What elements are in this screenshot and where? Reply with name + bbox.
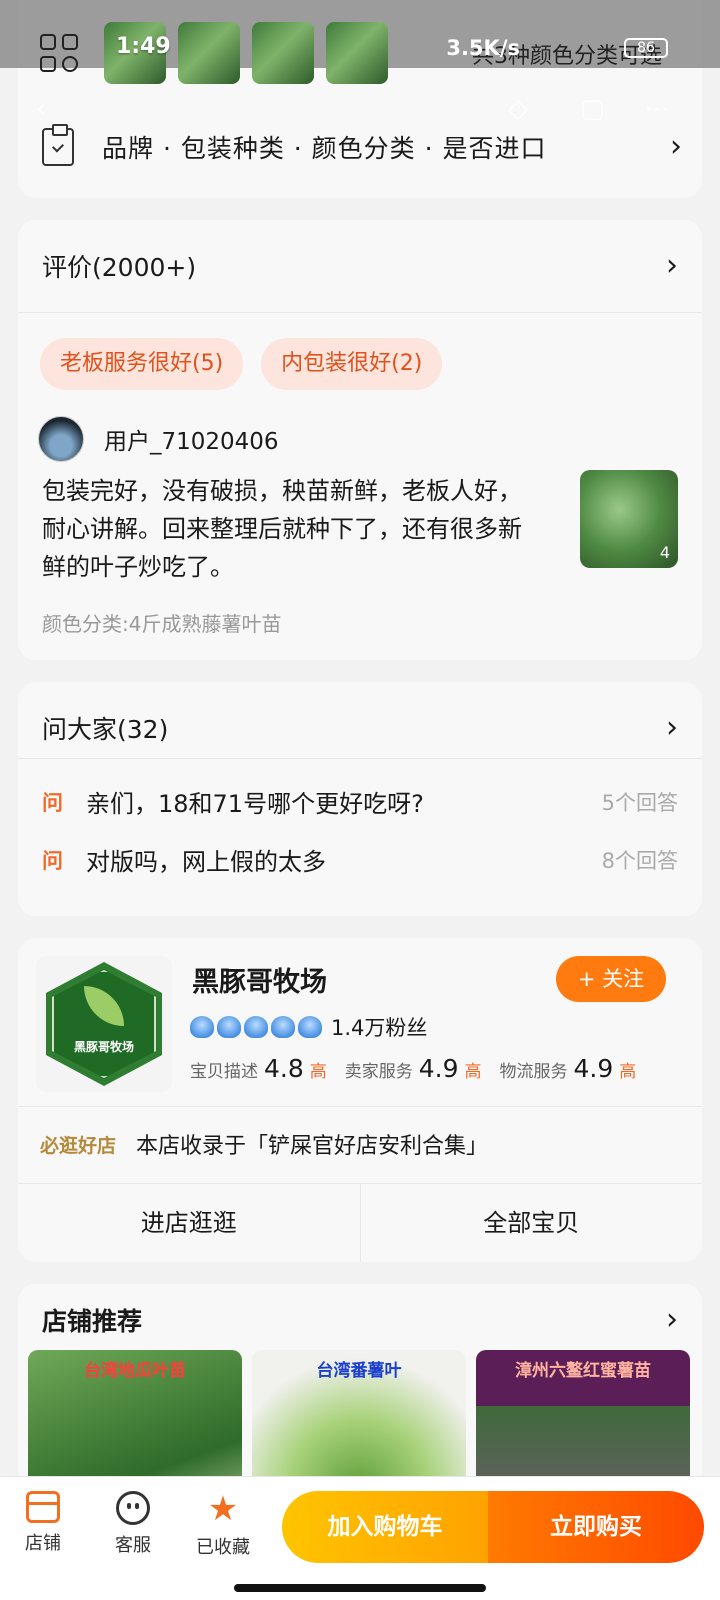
image-count: 4 <box>659 543 670 562</box>
follow-button[interactable]: + 关注 <box>556 956 666 1002</box>
rating-value: 4.9 <box>573 1054 614 1083</box>
crown-icon <box>190 1016 214 1038</box>
divider <box>18 312 702 313</box>
reviewer-name: 用户_71020406 <box>104 429 279 455</box>
recommend-item-label: 台湾地瓜叶苗 <box>84 1361 186 1381</box>
qa-title: 问大家(32) <box>42 715 169 744</box>
review-variant: 颜色分类:4斤成熟藤薯叶苗 <box>42 612 282 636</box>
store-icon <box>26 1491 60 1523</box>
spec-summary: 品牌 · 包装种类 · 颜色分类 · 是否进口 <box>102 134 547 163</box>
star-icon: ★ <box>207 1489 239 1529</box>
thumbnail-image <box>252 22 314 84</box>
chevron-right-icon: › <box>666 248 678 283</box>
review-tag[interactable]: 老板服务很好(5) <box>40 338 244 390</box>
badge-text: 本店收录于「铲屎官好店安利合集」 <box>136 1134 489 1159</box>
divider <box>18 758 702 759</box>
rating-label: 卖家服务 <box>344 1062 413 1082</box>
qa-item[interactable]: 问 亲们，18和71号哪个更好吃呀? 5个回答 <box>42 784 678 819</box>
chevron-right-icon: › <box>670 129 682 164</box>
status-time: 1:49 <box>116 34 171 59</box>
enter-shop-button[interactable]: 进店逛逛 <box>18 1184 360 1262</box>
qa-answer-count: 5个回答 <box>601 790 678 815</box>
review-image[interactable]: 4 <box>580 470 678 568</box>
qa-item[interactable]: 问 对版吗，网上假的太多 8个回答 <box>42 842 678 877</box>
chevron-right-icon: › <box>666 710 678 745</box>
qa-answer-count: 8个回答 <box>601 848 678 873</box>
qa-card: 问大家(32) › 问 亲们，18和71号哪个更好吃呀? 5个回答 问 对版吗，… <box>18 682 702 916</box>
thumbnail-image <box>326 22 388 84</box>
favorite-tab[interactable]: ★ 已收藏 <box>188 1491 258 1559</box>
share-icon[interactable]: ◇ <box>508 94 528 124</box>
recommend-header[interactable]: 店铺推荐 › <box>42 1302 678 1338</box>
review-tags: 老板服务很好(5) 内包装很好(2) <box>40 338 443 390</box>
add-to-cart-button[interactable]: 加入购物车 <box>282 1491 488 1563</box>
rating-service: 卖家服务 4.9 高 <box>345 1054 482 1083</box>
app-grid-icon <box>40 34 80 74</box>
shop-level: 1.4万粉丝 <box>190 1012 427 1042</box>
rating-label: 物流服务 <box>499 1062 568 1082</box>
spec-row[interactable]: 品牌 · 包装种类 · 颜色分类 · 是否进口 › <box>42 124 682 166</box>
avatar <box>38 416 84 462</box>
shop-actions: 进店逛逛 全部宝贝 <box>18 1184 702 1262</box>
question-mark-label: 问 <box>42 848 63 873</box>
clipboard-icon <box>42 124 74 166</box>
cart-icon[interactable]: ▢ <box>580 94 605 124</box>
customer-service-icon <box>116 1491 150 1525</box>
logo-text: 黑豚哥牧场 <box>73 1040 134 1054</box>
shop-ratings: 宝贝描述 4.8 高 卖家服务 4.9 高 物流服务 4.9 高 <box>190 1054 636 1083</box>
crown-icon <box>217 1016 241 1038</box>
review-tag[interactable]: 内包装很好(2) <box>261 338 443 390</box>
recommend-item-label: 漳州六鳌红蜜薯苗 <box>515 1361 651 1381</box>
rating-level: 高 <box>464 1062 482 1082</box>
recommend-title: 店铺推荐 <box>42 1307 143 1336</box>
rating-level: 高 <box>309 1062 327 1082</box>
must-visit-badge: 必逛好店 <box>40 1134 117 1157</box>
home-indicator[interactable] <box>234 1584 486 1592</box>
qa-header[interactable]: 问大家(32) › <box>42 710 678 746</box>
rating-level: 高 <box>619 1062 637 1082</box>
crown-icon <box>244 1016 268 1038</box>
shop-logo[interactable]: 黑豚哥牧场 <box>36 956 172 1092</box>
fan-count: 1.4万粉丝 <box>331 1016 428 1040</box>
review-text[interactable]: 包装完好，没有破损，秧苗新鲜，老板人好，耐心讲解。回来整理后就种下了，还有很多新… <box>42 472 542 586</box>
bottom-action-bar: 店铺 客服 ★ 已收藏 加入购物车 立即购买 <box>0 1476 720 1600</box>
status-bar: 共3种颜色分类可选 1:49 3.5K/s 86 <box>0 0 720 84</box>
network-speed: 3.5K/s <box>446 36 520 60</box>
rating-value: 4.9 <box>418 1054 459 1083</box>
divider <box>18 1106 702 1107</box>
rating-value: 4.8 <box>264 1054 304 1083</box>
favorite-label: 已收藏 <box>196 1537 250 1558</box>
battery-icon: 86 <box>624 38 668 58</box>
reviews-card: 评价(2000+) › 老板服务很好(5) 内包装很好(2) 用户_710204… <box>18 220 702 660</box>
reviews-title: 评价(2000+) <box>42 253 197 282</box>
recommend-item-label: 台湾番薯叶 <box>316 1361 402 1381</box>
crown-icon <box>271 1016 295 1038</box>
store-tab[interactable]: 店铺 <box>8 1491 78 1555</box>
rating-description: 宝贝描述 4.8 高 <box>190 1054 327 1083</box>
chevron-right-icon: › <box>666 1302 678 1337</box>
qa-question: 亲们，18和71号哪个更好吃呀? <box>86 790 424 818</box>
store-label: 店铺 <box>25 1533 61 1554</box>
shop-card: 黑豚哥牧场 黑豚哥牧场 + 关注 1.4万粉丝 宝贝描述 4.8 高 卖家服务 … <box>18 938 702 1262</box>
buy-now-button[interactable]: 立即购买 <box>488 1491 704 1563</box>
thumbnail-image <box>178 22 240 84</box>
question-mark-label: 问 <box>42 790 63 815</box>
shop-badge-row[interactable]: 必逛好店 本店收录于「铲屎官好店安利合集」 <box>40 1128 488 1160</box>
all-items-button[interactable]: 全部宝贝 <box>359 1184 703 1262</box>
crown-icon <box>298 1016 322 1038</box>
qa-question: 对版吗，网上假的太多 <box>86 848 326 876</box>
customer-service-tab[interactable]: 客服 <box>98 1491 168 1557</box>
more-icon[interactable]: ⋯ <box>644 94 670 124</box>
service-label: 客服 <box>115 1535 151 1556</box>
shop-name[interactable]: 黑豚哥牧场 <box>192 960 327 999</box>
rating-logistics: 物流服务 4.9 高 <box>500 1054 637 1083</box>
reviews-header[interactable]: 评价(2000+) › <box>42 248 678 284</box>
rating-label: 宝贝描述 <box>190 1062 258 1082</box>
reviewer: 用户_71020406 <box>38 416 279 462</box>
back-icon[interactable]: ‹ <box>36 94 46 124</box>
